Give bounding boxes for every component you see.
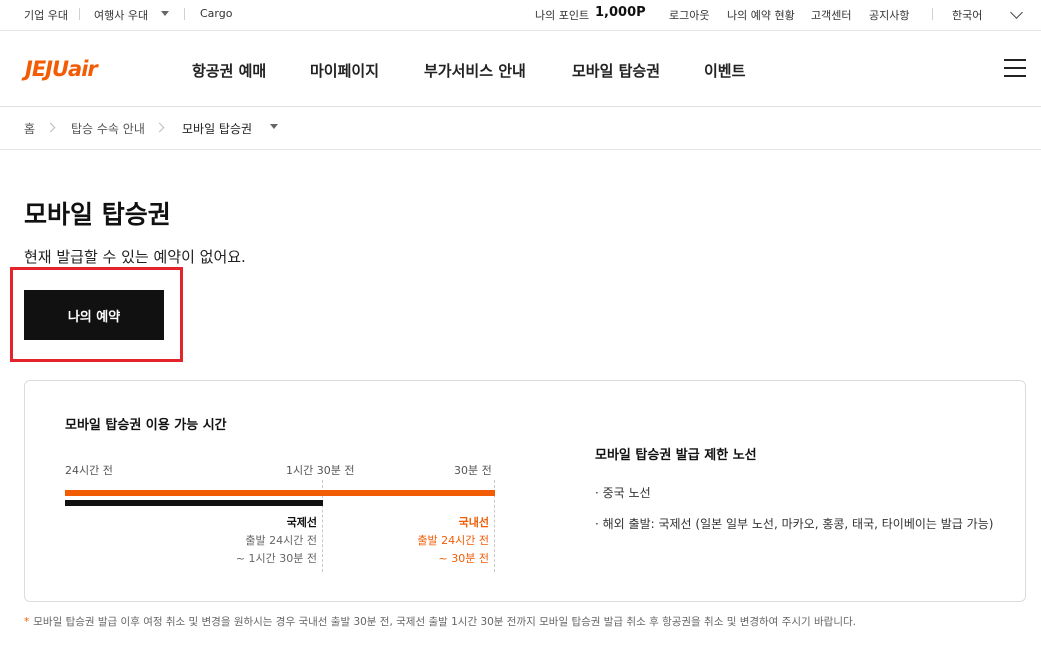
international-end: ~ 1시간 30분 전	[235, 552, 317, 565]
divider	[79, 8, 80, 20]
notice-link[interactable]: 공지사항	[869, 7, 909, 23]
timeline-label-24h: 24시간 전	[65, 464, 113, 477]
international-info: 국제선 출발 24시간 전 ~ 1시간 30분 전	[175, 514, 317, 568]
chevron-right-icon	[45, 122, 56, 133]
my-reservation-status-link[interactable]: 나의 예약 현황	[727, 7, 795, 23]
no-reservation-message: 현재 발급할 수 있는 예약이 없어요.	[24, 248, 246, 266]
international-timeline-bar	[65, 500, 323, 506]
restricted-route-item: · 해외 출발: 국제선 (일본 일부 노선, 마카오, 홍콩, 태국, 타이베…	[595, 517, 994, 531]
domestic-info: 국내선 출발 24시간 전 ~ 30분 전	[347, 514, 489, 568]
domestic-label: 국내선	[458, 516, 489, 529]
timeline-label-1h30m: 1시간 30분 전	[286, 464, 355, 477]
boarding-pass-info-card: 모바일 탑승권 이용 가능 시간 24시간 전 1시간 30분 전 30분 전 …	[24, 380, 1026, 602]
breadcrumb-checkin-guide[interactable]: 탑승 수속 안내	[71, 120, 145, 137]
footnote-text: 모바일 탑승권 발급 이후 여정 취소 및 변경을 원하시는 경우 국내선 출발…	[33, 616, 856, 628]
nav-flight-booking[interactable]: 항공권 예매	[192, 60, 266, 81]
nav-additional-services[interactable]: 부가서비스 안내	[424, 60, 526, 81]
highlight-box	[10, 267, 183, 362]
utility-bar: 기업 우대 여행사 우대 Cargo 나의 포인트 1,000P 로그아웃 나의…	[0, 0, 1041, 31]
hamburger-menu-icon[interactable]	[1004, 59, 1026, 77]
footnote: * 모바일 탑승권 발급 이후 여정 취소 및 변경을 원하시는 경우 국내선 출…	[24, 614, 856, 629]
international-start: 출발 24시간 전	[245, 534, 317, 547]
customer-center-link[interactable]: 고객센터	[811, 7, 851, 23]
jejuair-logo[interactable]: JEJUair	[25, 57, 98, 81]
nav-mypage[interactable]: 마이페이지	[310, 60, 379, 81]
chevron-down-icon[interactable]	[1010, 6, 1023, 19]
points-label: 나의 포인트	[535, 9, 590, 22]
page-title: 모바일 탑승권	[24, 200, 171, 229]
breadcrumb: 홈 탑승 수속 안내 모바일 탑승권	[0, 107, 1041, 150]
language-selector[interactable]: 한국어	[952, 7, 982, 23]
breadcrumb-dropdown-icon[interactable]	[270, 119, 278, 133]
available-time-title: 모바일 탑승권 이용 가능 시간	[65, 418, 227, 433]
points-value[interactable]: 1,000P	[595, 5, 646, 20]
restricted-routes-title: 모바일 탑승권 발급 제한 노선	[595, 448, 757, 463]
timeline-label-30m: 30분 전	[454, 464, 492, 477]
chevron-right-icon	[154, 122, 165, 133]
main-header: JEJUair 항공권 예매 마이페이지 부가서비스 안내 모바일 탑승권 이벤…	[0, 31, 1041, 107]
footnote-star: *	[24, 616, 30, 628]
breadcrumb-home[interactable]: 홈	[24, 120, 35, 137]
domestic-start: 출발 24시간 전	[417, 534, 489, 547]
corp-discount-link[interactable]: 기업 우대	[24, 7, 68, 23]
divider	[932, 8, 933, 20]
domestic-timeline-bar	[65, 490, 495, 496]
nav-mobile-boarding-pass[interactable]: 모바일 탑승권	[572, 60, 660, 81]
restricted-route-item: · 중국 노선	[595, 486, 651, 500]
logout-link[interactable]: 로그아웃	[669, 7, 709, 23]
agency-discount-link[interactable]: 여행사 우대	[94, 7, 148, 23]
international-label: 국제선	[286, 516, 317, 529]
agency-dropdown-icon[interactable]	[161, 6, 169, 19]
cargo-link[interactable]: Cargo	[200, 7, 232, 20]
domestic-end: ~ 30분 전	[438, 552, 489, 565]
breadcrumb-mobile-boarding-pass[interactable]: 모바일 탑승권	[182, 120, 252, 137]
divider	[184, 8, 185, 20]
nav-events[interactable]: 이벤트	[704, 60, 745, 81]
